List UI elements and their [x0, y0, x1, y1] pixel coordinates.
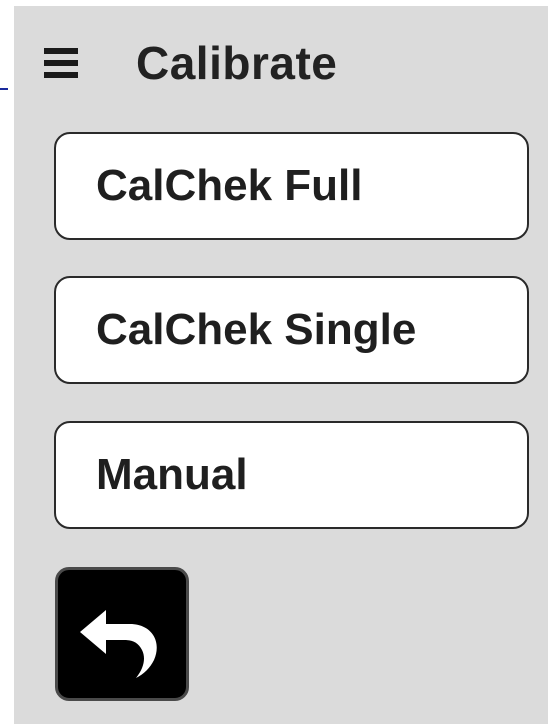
back-button[interactable] [55, 567, 189, 701]
calchek-single-label: CalChek Single [96, 305, 417, 354]
undo-arrow-icon [80, 610, 157, 678]
menu-bar [44, 60, 78, 66]
hamburger-menu-icon[interactable] [44, 48, 78, 78]
header: Calibrate [44, 34, 337, 92]
page-title: Calibrate [136, 37, 338, 89]
stray-mark [0, 88, 8, 90]
calchek-full-button[interactable]: CalChek Full [54, 132, 529, 240]
manual-label: Manual [96, 450, 248, 499]
manual-button[interactable]: Manual [54, 421, 529, 529]
menu-bar [44, 48, 78, 54]
menu-bar [44, 72, 78, 78]
calibrate-panel: Calibrate CalChek Full CalChek Single Ma… [14, 6, 548, 724]
calchek-full-label: CalChek Full [96, 161, 363, 210]
calchek-single-button[interactable]: CalChek Single [54, 276, 529, 384]
